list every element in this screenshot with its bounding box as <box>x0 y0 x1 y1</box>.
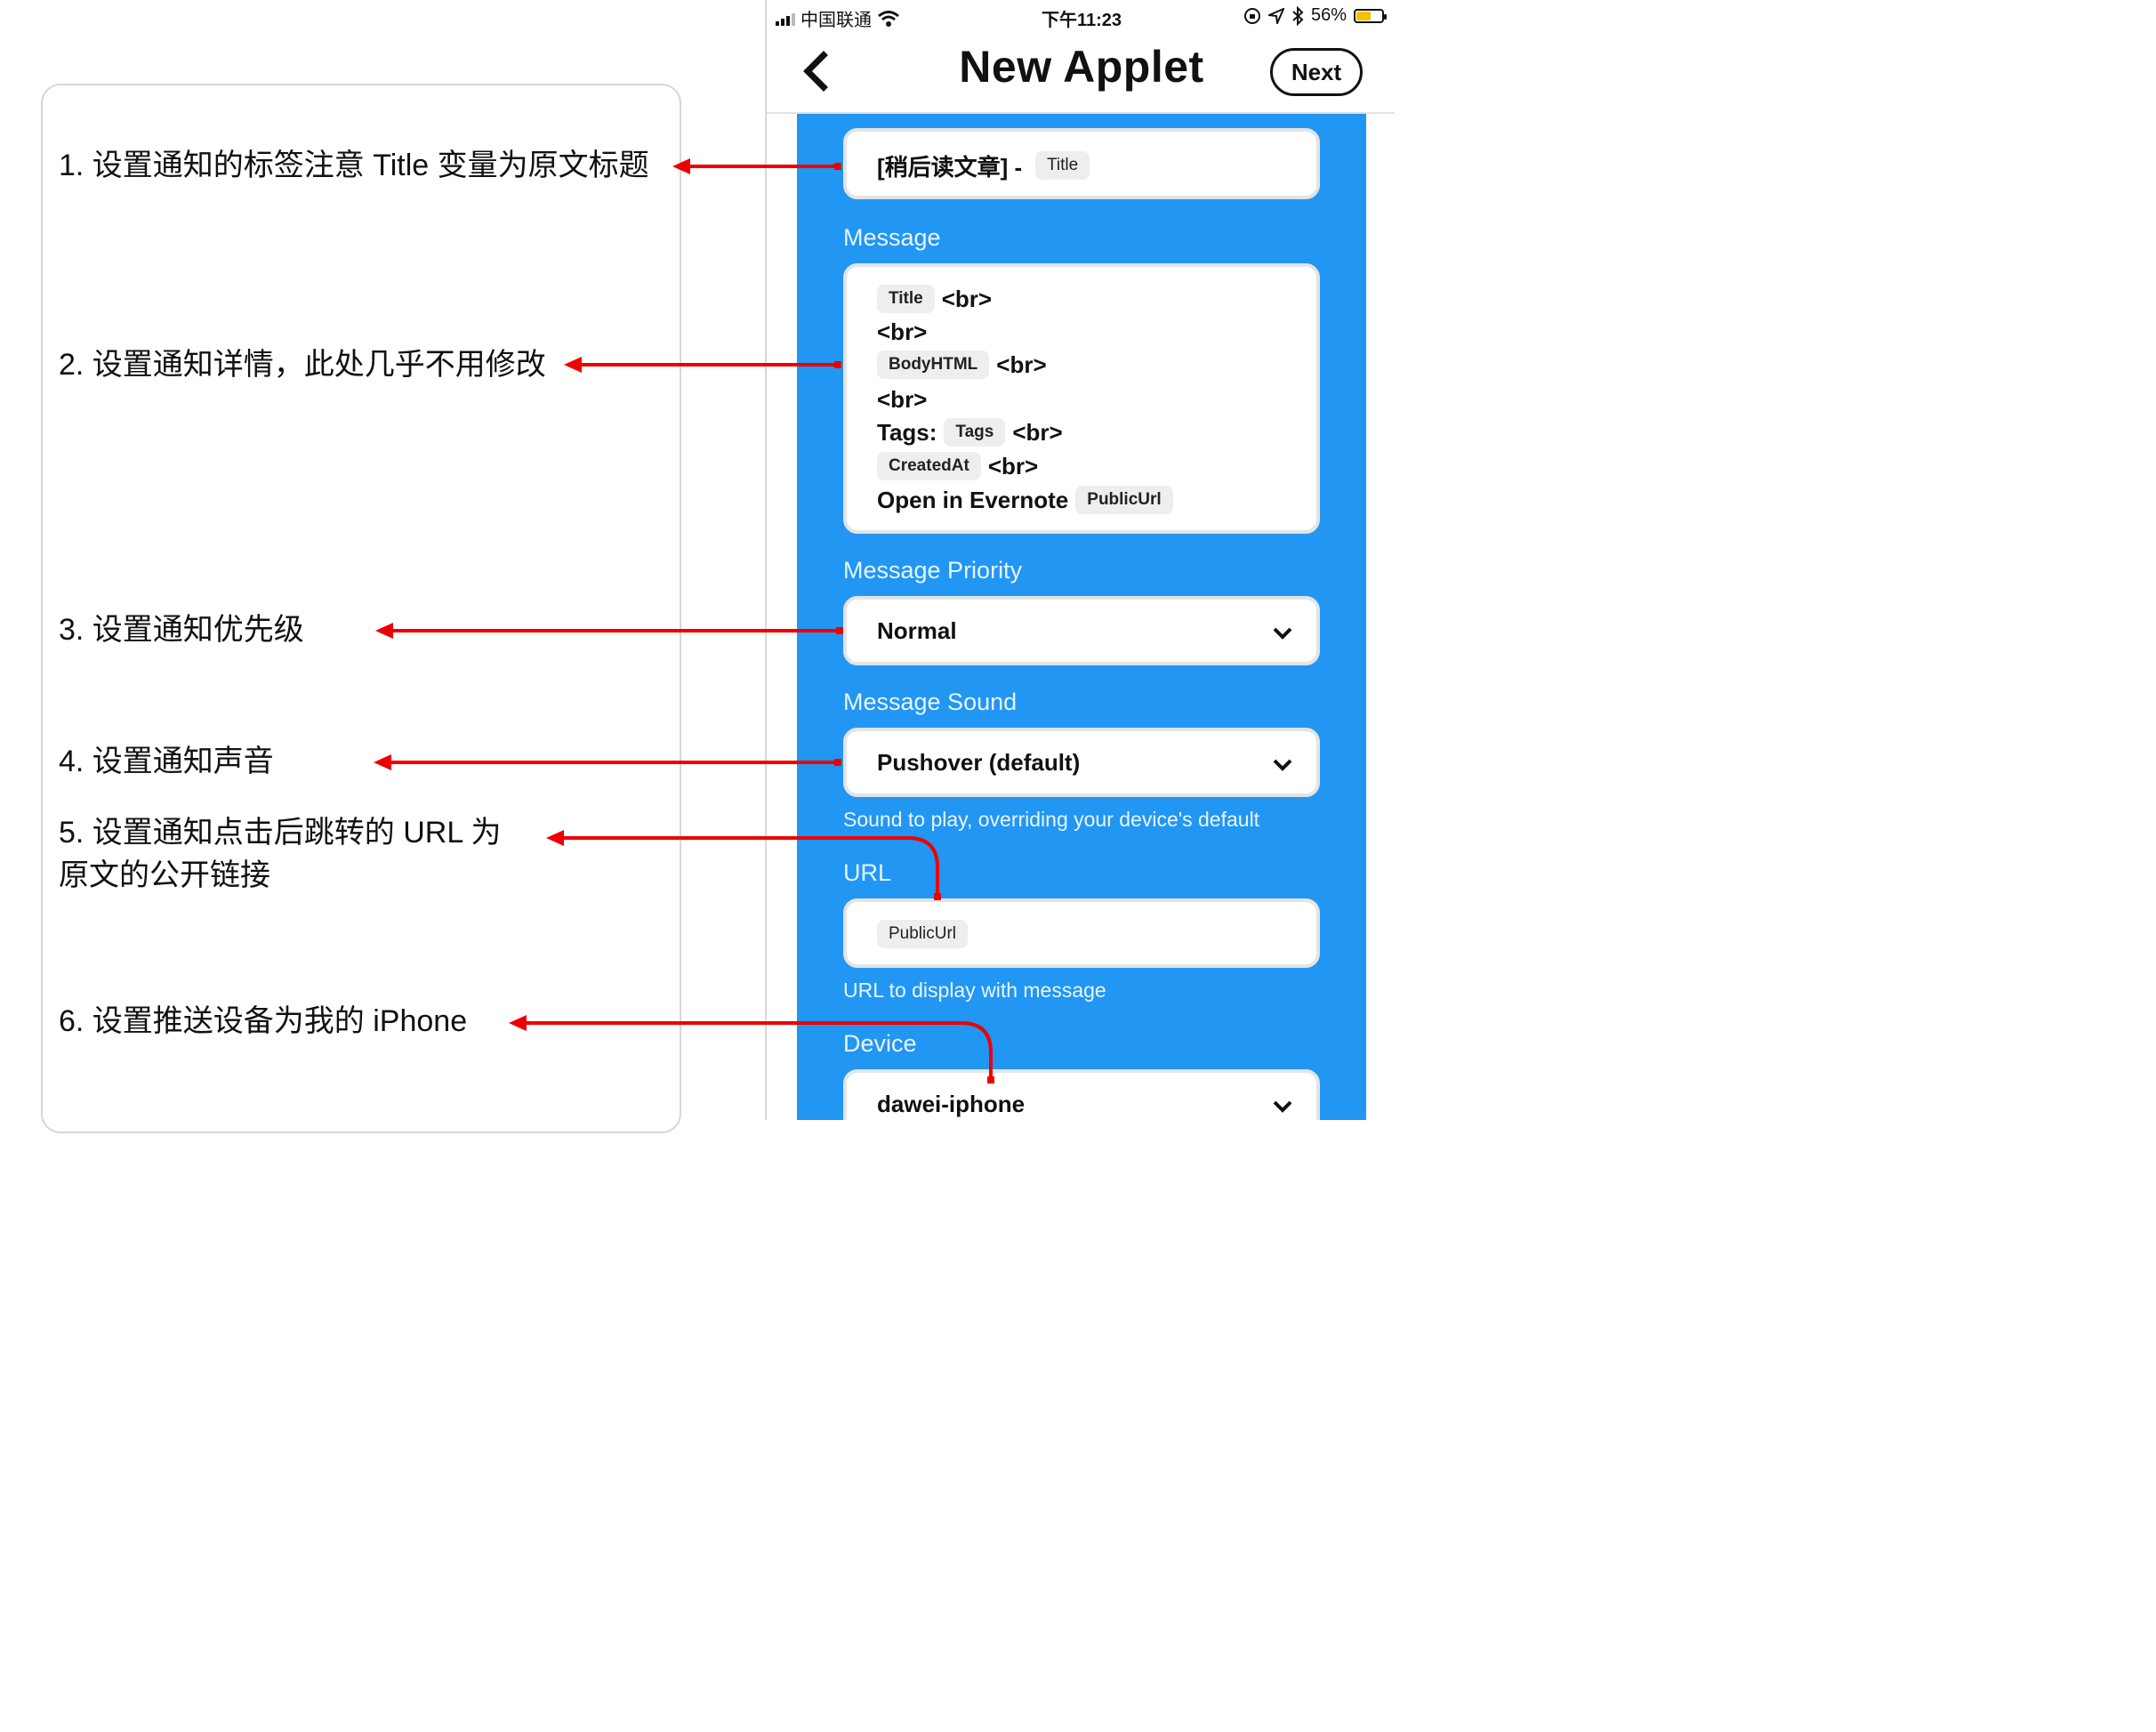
device-label: Device <box>843 1030 917 1057</box>
applet-form: [稍后读文章] - Title Message Title <br> <br> … <box>797 114 1366 1120</box>
chevron-down-icon <box>1273 627 1292 640</box>
message-field[interactable]: Title <br> <br> BodyHTML <br> <br> Tags:… <box>843 263 1320 534</box>
sound-label: Message Sound <box>843 689 1018 715</box>
note-5-continued: 原文的公开链接 <box>59 858 270 892</box>
sound-value: Pushover (default) <box>877 749 1081 776</box>
message-open-prefix: Open in Evernote <box>877 486 1069 513</box>
note-1: 1. 设置通知的标签注意 Title 变量为原文标题 <box>59 149 649 182</box>
message-tags-pill[interactable]: Tags <box>944 418 1006 447</box>
title-field[interactable]: [稍后读文章] - Title <box>843 128 1320 199</box>
title-ingredient-pill[interactable]: Title <box>1035 151 1090 180</box>
message-line-1: Title <br> <box>877 285 992 313</box>
note-2: 2. 设置通知详情，此处几乎不用修改 <box>59 348 546 382</box>
sound-select[interactable]: Pushover (default) <box>843 728 1320 797</box>
message-bodyhtml-pill[interactable]: BodyHTML <box>877 350 990 379</box>
message-line-6: CreatedAt <br> <box>877 452 1038 480</box>
device-value: dawei-iphone <box>877 1091 1026 1117</box>
navigation-bar: New Applet Next <box>767 32 1395 114</box>
priority-select[interactable]: Normal <box>843 596 1320 665</box>
orientation-lock-icon <box>1243 7 1260 24</box>
message-line-5-text: <br> <box>1012 418 1063 446</box>
bluetooth-icon <box>1292 5 1304 26</box>
message-line-1-text: <br> <box>941 285 993 312</box>
message-createdat-pill[interactable]: CreatedAt <box>877 452 981 480</box>
status-bar: 中国联通 下午11:23 56% <box>767 0 1395 32</box>
battery-icon <box>1354 8 1387 23</box>
battery-percent: 56% <box>1310 5 1347 25</box>
note-3: 3. 设置通知优先级 <box>59 613 304 647</box>
title-prefix: [稍后读文章] - <box>877 154 1023 181</box>
phone-screen: 中国联通 下午11:23 56% New Applet Next [稍后读文章]… <box>765 0 1395 1120</box>
url-label: URL <box>843 859 892 886</box>
url-helper-text: URL to display with message <box>843 979 1106 1002</box>
priority-label: Message Priority <box>843 557 1023 584</box>
message-title-pill[interactable]: Title <box>877 285 935 313</box>
message-line-2: <br> <box>877 318 927 346</box>
message-line-3-text: <br> <box>996 350 1047 378</box>
note-6: 6. 设置推送设备为我的 iPhone <box>59 1004 468 1038</box>
message-line-7: Open in Evernote PublicUrl <box>877 486 1173 514</box>
message-line-4: <br> <box>877 386 927 414</box>
sound-helper-text: Sound to play, overriding your device's … <box>843 808 1260 831</box>
next-button[interactable]: Next <box>1270 48 1363 96</box>
message-line-5: Tags: Tags <br> <box>877 418 1063 447</box>
chevron-down-icon <box>1273 759 1292 771</box>
note-5: 5. 设置通知点击后跳转的 URL 为 <box>59 816 502 850</box>
url-field[interactable]: PublicUrl <box>843 898 1320 968</box>
message-label: Message <box>843 224 941 251</box>
message-line-4-text: <br> <box>877 386 928 413</box>
device-select[interactable]: dawei-iphone <box>843 1069 1320 1120</box>
note-4: 4. 设置通知声音 <box>59 745 274 778</box>
priority-value: Normal <box>877 617 957 644</box>
url-publicurl-pill[interactable]: PublicUrl <box>877 920 969 948</box>
message-line-2-text: <br> <box>877 318 928 345</box>
battery-level <box>1356 11 1371 20</box>
status-right: 56% <box>1243 5 1387 26</box>
message-publicurl-pill[interactable]: PublicUrl <box>1075 486 1173 514</box>
message-line-6-text: <br> <box>987 452 1039 479</box>
message-line-3: BodyHTML <br> <box>877 350 1047 379</box>
location-icon <box>1267 7 1284 24</box>
chevron-down-icon <box>1273 1100 1292 1113</box>
message-tags-prefix: Tags: <box>877 418 937 446</box>
